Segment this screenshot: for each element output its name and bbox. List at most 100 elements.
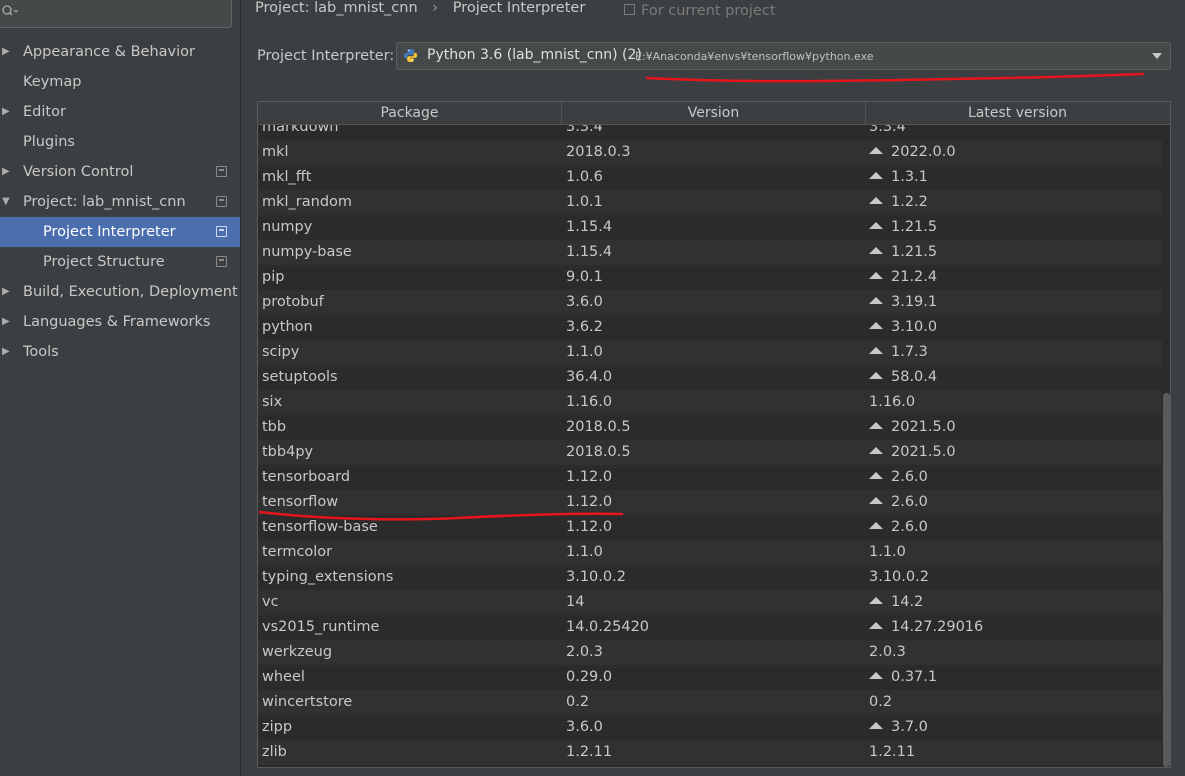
sidebar-item-languages-frameworks[interactable]: ▶ Languages & Frameworks xyxy=(0,307,240,337)
package-name-cell-text: wheel xyxy=(262,669,305,685)
version-cell: 2018.0.3 xyxy=(566,140,631,165)
version-cell: 3.6.2 xyxy=(566,315,603,340)
packages-table[interactable]: markdown 3.3.4 3.3.4 mkl 2018.0.3 2022.0.0 mkl… xyxy=(257,101,1171,768)
package-name-cell-text: setuptools xyxy=(262,369,338,385)
table-row[interactable]: werkzeug 2.0.3 2.0.3 xyxy=(258,640,1170,665)
table-row[interactable]: six 1.16.0 1.16.0 xyxy=(258,390,1170,415)
collapsed-arrow-icon[interactable]: ▶ xyxy=(2,307,10,337)
version-cell-text: 3.10.0.2 xyxy=(566,569,626,585)
sidebar-item-project-structure[interactable]: Project Structure xyxy=(0,247,240,277)
interpreter-label: Project Interpreter: xyxy=(257,48,395,64)
table-row[interactable]: termcolor 1.1.0 1.1.0 xyxy=(258,540,1170,565)
latest-version-cell: 2022.0.0 xyxy=(869,140,956,165)
table-row[interactable]: zipp 3.6.0 3.7.0 xyxy=(258,715,1170,740)
version-cell: 1.2.11 xyxy=(566,740,612,765)
table-row[interactable]: zlib 1.2.11 1.2.11 xyxy=(258,740,1170,765)
project-scope-icon xyxy=(216,256,227,267)
table-row[interactable]: mkl 2018.0.3 2022.0.0 xyxy=(258,140,1170,165)
table-row[interactable]: setuptools 36.4.0 58.0.4 xyxy=(258,365,1170,390)
table-row[interactable]: protobuf 3.6.0 3.19.1 xyxy=(258,290,1170,315)
table-row[interactable]: vs2015_runtime 14.0.25420 14.27.29016 xyxy=(258,615,1170,640)
latest-version-cell: 58.0.4 xyxy=(869,365,937,390)
packages-table-body: markdown 3.3.4 3.3.4 mkl 2018.0.3 2022.0.0 mkl… xyxy=(258,115,1170,765)
latest-version-cell: 14.27.29016 xyxy=(869,615,983,640)
package-name-cell-text: tensorboard xyxy=(262,469,351,485)
latest-version-cell-text: 2021.5.0 xyxy=(891,444,956,460)
table-row[interactable]: scipy 1.1.0 1.7.3 xyxy=(258,340,1170,365)
latest-version-cell: 3.7.0 xyxy=(869,715,928,740)
upgrade-available-icon xyxy=(869,297,883,304)
collapsed-arrow-icon[interactable]: ▶ xyxy=(2,337,10,367)
latest-version-cell: 2.6.0 xyxy=(869,515,928,540)
latest-version-cell: 2.0.3 xyxy=(869,640,906,665)
table-row[interactable]: tensorboard 1.12.0 2.6.0 xyxy=(258,465,1170,490)
sidebar-item-build-execution-deployment[interactable]: ▶ Build, Execution, Deployment xyxy=(0,277,240,307)
version-cell: 1.16.0 xyxy=(566,390,612,415)
version-cell-text: 2018.0.3 xyxy=(566,144,631,160)
collapsed-arrow-icon[interactable]: ▶ xyxy=(2,157,10,187)
package-name-cell: tbb xyxy=(262,415,286,440)
sidebar-item-version-control[interactable]: ▶ Version Control xyxy=(0,157,240,187)
package-name-cell-text: pip xyxy=(262,269,285,285)
project-scope-icon xyxy=(216,166,227,177)
latest-version-cell: 3.19.1 xyxy=(869,290,937,315)
sidebar-item-appearance-behavior[interactable]: ▶ Appearance & Behavior xyxy=(0,37,240,67)
settings-content: Project: lab_mnist_cnn › Project Interpr… xyxy=(241,0,1185,776)
version-cell-text: 2018.0.5 xyxy=(566,444,631,460)
latest-version-cell: 1.7.3 xyxy=(869,340,928,365)
table-row[interactable]: numpy 1.15.4 1.21.5 xyxy=(258,215,1170,240)
scrollbar-thumb[interactable] xyxy=(1163,393,1170,767)
package-name-cell: wheel xyxy=(262,665,305,690)
table-row[interactable]: mkl_random 1.0.1 1.2.2 xyxy=(258,190,1170,215)
version-cell: 1.0.6 xyxy=(566,165,603,190)
package-name-cell: tbb4py xyxy=(262,440,313,465)
table-row[interactable]: typing_extensions 3.10.0.2 3.10.0.2 xyxy=(258,565,1170,590)
package-name-cell-text: numpy-base xyxy=(262,244,352,260)
collapsed-arrow-icon[interactable]: ▶ xyxy=(2,277,10,307)
latest-version-cell-text: 3.7.0 xyxy=(891,719,928,735)
column-header-latest-version[interactable]: Latest version xyxy=(866,102,1169,124)
package-name-cell-text: protobuf xyxy=(262,294,324,310)
sidebar-item-tools[interactable]: ▶ Tools xyxy=(0,337,240,367)
table-row[interactable]: tbb 2018.0.5 2021.5.0 xyxy=(258,415,1170,440)
breadcrumb-project: Project: lab_mnist_cnn xyxy=(255,0,418,16)
column-header-version[interactable]: Version xyxy=(562,102,866,124)
sidebar-item-plugins[interactable]: Plugins xyxy=(0,127,240,157)
table-row[interactable]: tbb4py 2018.0.5 2021.5.0 xyxy=(258,440,1170,465)
version-cell: 2018.0.5 xyxy=(566,415,631,440)
settings-search-input[interactable] xyxy=(0,0,232,28)
table-row[interactable]: pip 9.0.1 21.2.4 xyxy=(258,265,1170,290)
table-row[interactable]: vc 14 14.2 xyxy=(258,590,1170,615)
upgrade-available-icon xyxy=(869,347,883,354)
latest-version-cell-text: 2022.0.0 xyxy=(891,144,956,160)
sidebar-item-label: Appearance & Behavior xyxy=(23,44,195,60)
sidebar-item-project-lab-mnist-cnn[interactable]: ▼ Project: lab_mnist_cnn xyxy=(0,187,240,217)
sidebar-item-editor[interactable]: ▶ Editor xyxy=(0,97,240,127)
table-row[interactable]: wincertstore 0.2 0.2 xyxy=(258,690,1170,715)
table-scrollbar[interactable] xyxy=(1162,125,1170,767)
package-name-cell: mkl xyxy=(262,140,289,165)
red-underline-annotation xyxy=(645,72,1145,83)
expanded-arrow-icon[interactable]: ▼ xyxy=(2,187,10,217)
table-row[interactable]: numpy-base 1.15.4 1.21.5 xyxy=(258,240,1170,265)
table-row[interactable]: mkl_fft 1.0.6 1.3.1 xyxy=(258,165,1170,190)
latest-version-cell-text: 2.6.0 xyxy=(891,494,928,510)
settings-sidebar: ▶ Appearance & Behavior Keymap ▶ Editor Plugi… xyxy=(0,0,241,776)
package-name-cell: six xyxy=(262,390,282,415)
table-row[interactable]: python 3.6.2 3.10.0 xyxy=(258,315,1170,340)
latest-version-cell: 2021.5.0 xyxy=(869,415,956,440)
sidebar-item-project-interpreter[interactable]: Project Interpreter xyxy=(0,217,240,247)
sidebar-item-keymap[interactable]: Keymap xyxy=(0,67,240,97)
collapsed-arrow-icon[interactable]: ▶ xyxy=(2,37,10,67)
latest-version-cell: 1.2.11 xyxy=(869,740,915,765)
upgrade-available-icon xyxy=(869,372,883,379)
latest-version-cell: 1.21.5 xyxy=(869,215,937,240)
breadcrumb-separator: › xyxy=(432,0,439,16)
package-name-cell: termcolor xyxy=(262,540,332,565)
version-cell-text: 1.15.4 xyxy=(566,244,613,260)
collapsed-arrow-icon[interactable]: ▶ xyxy=(2,97,10,127)
column-header-package[interactable]: Package xyxy=(258,102,562,124)
table-row[interactable]: wheel 0.29.0 0.37.1 xyxy=(258,665,1170,690)
upgrade-available-icon xyxy=(869,172,883,179)
upgrade-available-icon xyxy=(869,447,883,454)
